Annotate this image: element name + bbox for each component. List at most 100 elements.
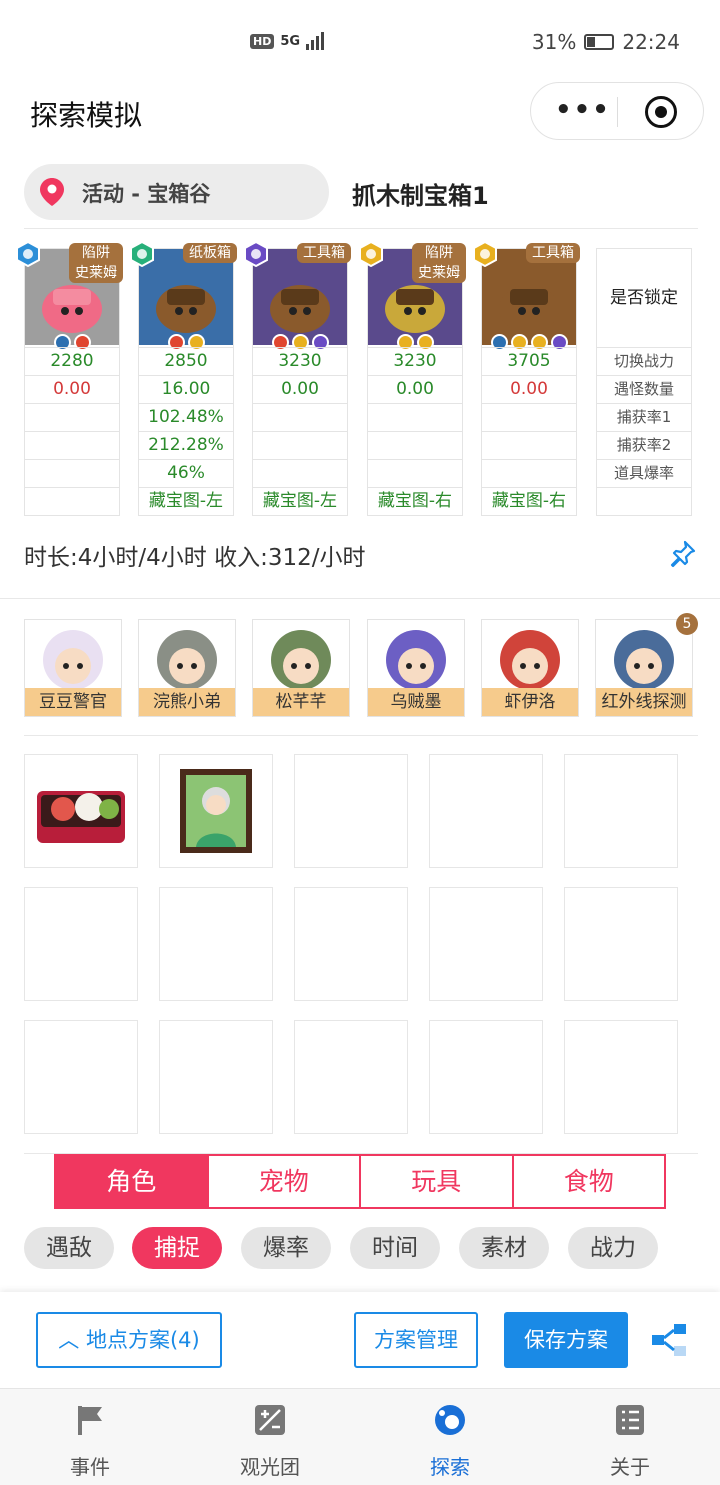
battery-percent: 31% bbox=[531, 30, 577, 54]
element-hex-icon bbox=[130, 241, 154, 267]
item-drop-rate bbox=[25, 459, 119, 487]
pin-icon[interactable] bbox=[668, 540, 696, 568]
monster-column[interactable]: 纸板箱 2850 16.00 102.48% 212.28% 46% 藏宝图-左 bbox=[130, 241, 237, 516]
item-drop-rate: 46% bbox=[139, 459, 233, 487]
character-card[interactable]: 乌贼墨 bbox=[367, 619, 465, 717]
item-slot-empty[interactable] bbox=[24, 1020, 138, 1134]
monster-column[interactable]: 陷阱 史莱姆 3230 0.00 藏宝图-右 bbox=[359, 241, 466, 516]
capture-rate-1 bbox=[368, 403, 462, 431]
page-title: 探索模拟 bbox=[30, 99, 143, 132]
item-slot-empty[interactable] bbox=[159, 887, 273, 1001]
category-tabs: 角色 宠物 玩具 食物 bbox=[54, 1154, 666, 1209]
monster-power: 2850 bbox=[139, 347, 233, 375]
share-icon[interactable] bbox=[650, 1322, 688, 1358]
status-bar: HD 5G 31% 22:24 bbox=[0, 0, 720, 84]
tab-pet[interactable]: 宠物 bbox=[208, 1156, 361, 1207]
filter-chip-power[interactable]: 战力 bbox=[568, 1227, 658, 1269]
network-indicator: HD 5G bbox=[250, 32, 328, 50]
location-plan-button[interactable]: ︿ 地点方案(4) bbox=[36, 1312, 222, 1368]
treasure-map-drop: 藏宝图-左 bbox=[139, 487, 233, 515]
tab-food[interactable]: 食物 bbox=[513, 1156, 664, 1207]
monster-column[interactable]: 陷阱 史莱姆 2280 0.00 bbox=[16, 241, 123, 516]
item-slot-empty[interactable] bbox=[564, 754, 678, 868]
filter-chip-material[interactable]: 素材 bbox=[459, 1227, 549, 1269]
signal-label: 5G bbox=[280, 33, 301, 49]
location-label: 活动 - 宝箱谷 bbox=[82, 182, 211, 206]
character-card[interactable]: 浣熊小弟 bbox=[138, 619, 236, 717]
item-slot-empty[interactable] bbox=[564, 1020, 678, 1134]
character-name: 虾伊洛 bbox=[482, 688, 578, 716]
encounter-count: 0.00 bbox=[482, 375, 576, 403]
tab-events[interactable]: 事件 bbox=[0, 1403, 180, 1480]
battery-icon bbox=[584, 34, 615, 50]
item-slot-empty[interactable] bbox=[24, 887, 138, 1001]
monster-column[interactable]: 工具箱 3705 0.00 藏宝图-右 bbox=[473, 241, 580, 516]
character-card[interactable]: 豆豆警官 bbox=[24, 619, 122, 717]
character-card[interactable]: 红外线探测 bbox=[595, 619, 693, 717]
tab-explore[interactable]: 探索 bbox=[360, 1403, 540, 1480]
tab-character[interactable]: 角色 bbox=[56, 1156, 209, 1207]
element-hex-icon bbox=[16, 241, 40, 267]
more-options-icon[interactable]: ••• bbox=[555, 95, 611, 125]
item-drop-rate bbox=[253, 459, 347, 487]
signal-bars-icon bbox=[306, 32, 325, 50]
character-card[interactable]: 虾伊洛 bbox=[481, 619, 579, 717]
close-target-icon[interactable] bbox=[645, 96, 677, 128]
item-slot-empty[interactable] bbox=[429, 1020, 543, 1134]
action-toolbar: ︿ 地点方案(4) 方案管理 保存方案 bbox=[0, 1292, 720, 1388]
tab-toy[interactable]: 玩具 bbox=[361, 1156, 514, 1207]
filter-chip-droprate[interactable]: 爆率 bbox=[241, 1227, 331, 1269]
manage-plans-button[interactable]: 方案管理 bbox=[354, 1312, 478, 1368]
location-plan-label: 地点方案(4) bbox=[85, 1328, 200, 1352]
save-plan-button[interactable]: 保存方案 bbox=[504, 1312, 628, 1368]
monster-column[interactable]: 工具箱 3230 0.00 藏宝图-左 bbox=[244, 241, 351, 516]
capture-rate-2 bbox=[25, 431, 119, 459]
treasure-map-drop: 藏宝图-左 bbox=[253, 487, 347, 515]
location-pin-icon bbox=[40, 178, 64, 206]
lock-row-label[interactable]: 捕获率2 bbox=[597, 431, 691, 459]
filter-chip-time[interactable]: 时间 bbox=[350, 1227, 440, 1269]
location-selector[interactable]: 活动 - 宝箱谷 bbox=[24, 164, 329, 220]
character-portrait bbox=[368, 620, 464, 690]
lock-row-label[interactable]: 道具爆率 bbox=[597, 459, 691, 487]
filter-chip-capture[interactable]: 捕捉 bbox=[132, 1227, 222, 1269]
lock-row-label[interactable]: 遇怪数量 bbox=[597, 375, 691, 403]
tab-about[interactable]: 关于 bbox=[540, 1403, 720, 1480]
character-name: 浣熊小弟 bbox=[139, 688, 235, 716]
item-slot-empty[interactable] bbox=[294, 887, 408, 1001]
character-name: 松芊芊 bbox=[253, 688, 349, 716]
lock-row-empty bbox=[597, 487, 691, 515]
item-slot-empty[interactable] bbox=[429, 754, 543, 868]
lock-row-label[interactable]: 切换战力 bbox=[597, 347, 691, 375]
encounter-count: 16.00 bbox=[139, 375, 233, 403]
monster-type-tag: 工具箱 bbox=[526, 243, 580, 263]
item-count-badge: 5 bbox=[676, 613, 698, 635]
capture-rate-1 bbox=[253, 403, 347, 431]
character-portrait bbox=[25, 620, 121, 690]
tab-label: 事件 bbox=[70, 1455, 110, 1479]
character-card[interactable]: 松芊芊 bbox=[252, 619, 350, 717]
capture-rate-1: 102.48% bbox=[139, 403, 233, 431]
item-slot-empty[interactable] bbox=[294, 1020, 408, 1134]
treasure-map-drop bbox=[25, 487, 119, 515]
item-slot-bento[interactable] bbox=[24, 754, 138, 868]
lock-row-label[interactable]: 捕获率1 bbox=[597, 403, 691, 431]
tab-label: 关于 bbox=[610, 1455, 650, 1479]
item-slot-empty[interactable] bbox=[564, 887, 678, 1001]
character-portrait bbox=[253, 620, 349, 690]
explore-icon bbox=[435, 1405, 465, 1435]
item-slot-empty[interactable] bbox=[294, 754, 408, 868]
item-slot-empty[interactable] bbox=[159, 1020, 273, 1134]
filter-chip-encounter[interactable]: 遇敌 bbox=[24, 1227, 114, 1269]
monster-type-tag: 陷阱 史莱姆 bbox=[69, 243, 123, 283]
tab-tour-group[interactable]: 观光团 bbox=[180, 1403, 360, 1480]
plus-minus-icon bbox=[255, 1405, 285, 1435]
monster-power: 3230 bbox=[368, 347, 462, 375]
treasure-map-drop: 藏宝图-右 bbox=[482, 487, 576, 515]
monster-type-tag: 陷阱 史莱姆 bbox=[412, 243, 466, 283]
character-name: 豆豆警官 bbox=[25, 688, 121, 716]
item-slot-empty[interactable] bbox=[429, 887, 543, 1001]
scenario-title: 抓木制宝箱1 bbox=[352, 182, 489, 210]
item-slot-portrait[interactable] bbox=[159, 754, 273, 868]
lock-header[interactable]: 是否锁定 bbox=[597, 249, 691, 347]
